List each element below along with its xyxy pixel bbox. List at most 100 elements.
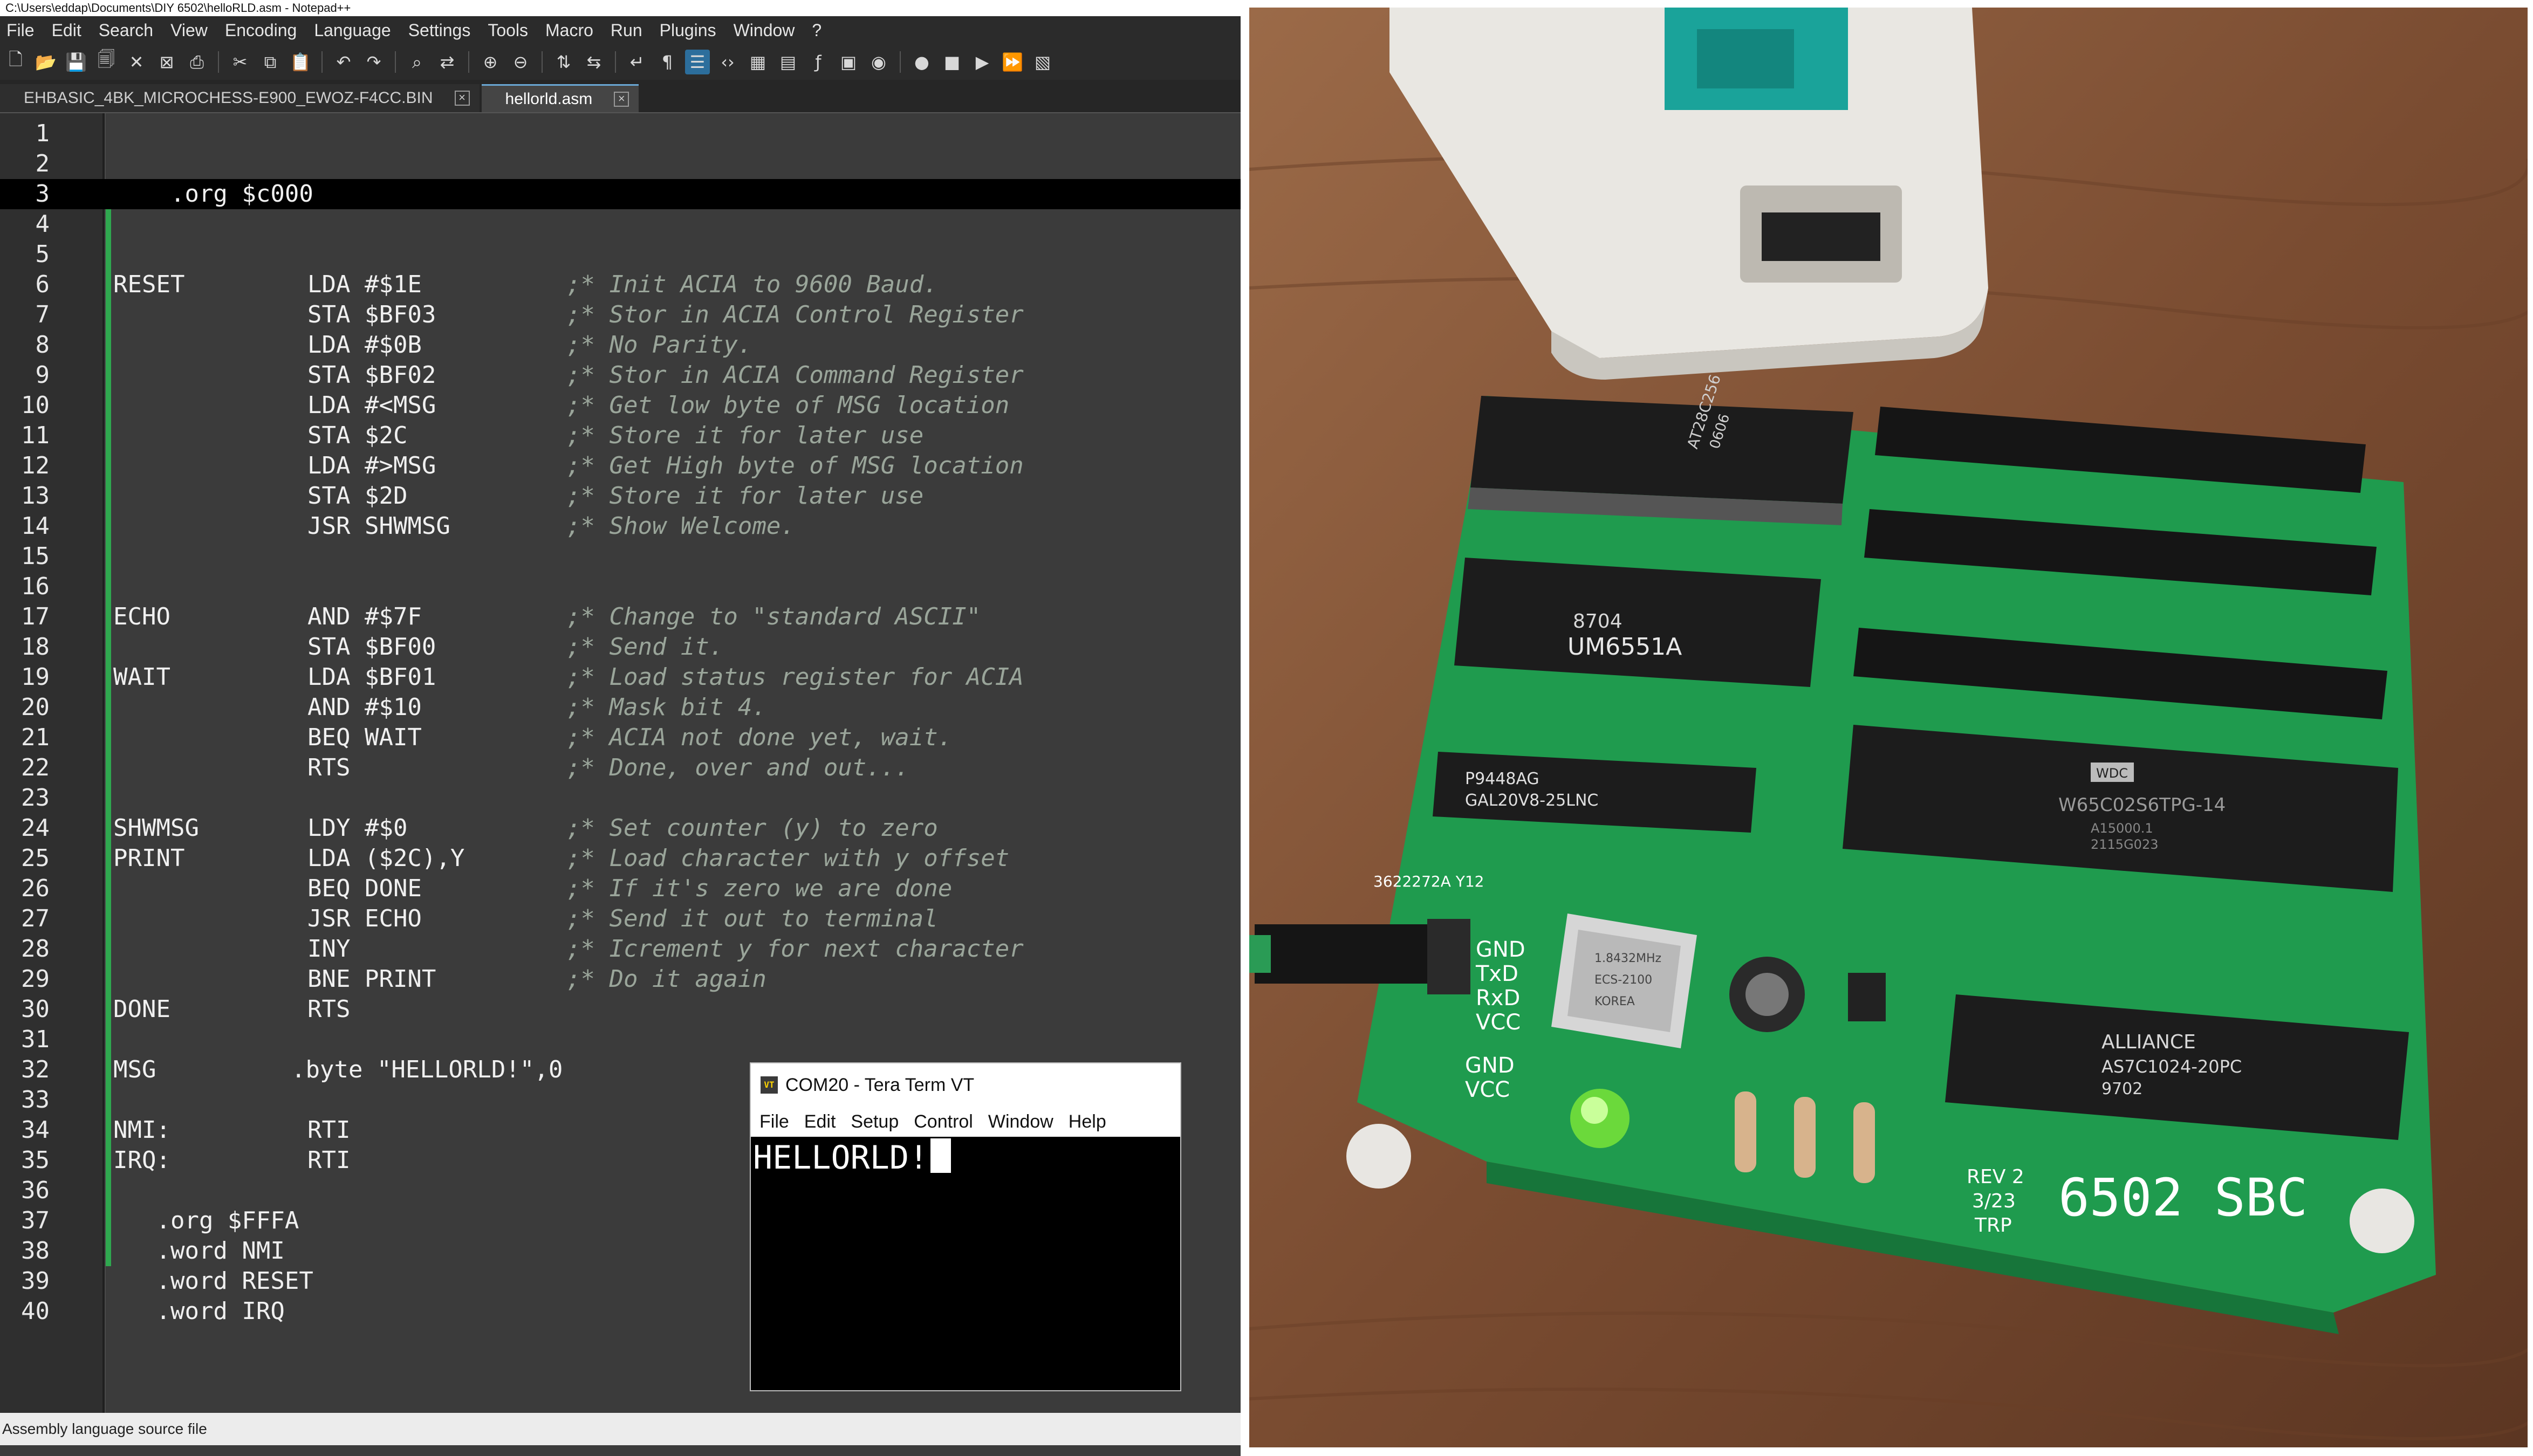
menu-settings[interactable]: Settings [404, 16, 484, 44]
code-line[interactable]: 20 AND #$10 ;* Mask bit 4. [0, 692, 1241, 723]
monitor-icon[interactable]: ◉ [866, 50, 891, 74]
code-line[interactable]: 3 .org $c000 [0, 179, 1241, 209]
copy-icon[interactable]: ⧉ [258, 50, 283, 74]
code-line[interactable]: 7 STA $BF03 ;* Stor in ACIA Control Regist… [0, 300, 1241, 330]
teraterm-menu-file[interactable]: File [755, 1107, 800, 1137]
code-line[interactable]: 29 BNE PRINT ;* Do it again [0, 964, 1241, 994]
teraterm-window[interactable]: VT COM20 - Tera Term VT File Edit Setup Con… [750, 1062, 1181, 1391]
teraterm-menu-window[interactable]: Window [984, 1107, 1064, 1137]
code-line[interactable]: 30 DONE RTS [0, 994, 1241, 1025]
zoom-out-icon[interactable]: ⊖ [508, 50, 533, 74]
udl-icon[interactable]: ‹› [715, 50, 740, 74]
wrap-icon[interactable]: ↵ [625, 50, 649, 74]
menu-macro[interactable]: Macro [541, 16, 606, 44]
tab-file[interactable]: EHBASIC_4BK_MICROCHESS-E900_EWOZ-F4CC.BI… [0, 84, 480, 112]
record-macro-icon[interactable]: ● [909, 50, 934, 74]
stop-macro-icon[interactable]: ■ [940, 50, 964, 74]
menu-encoding[interactable]: Encoding [221, 16, 310, 44]
sync-h-icon[interactable]: ⇆ [581, 50, 606, 74]
doc-list-icon[interactable]: ▤ [776, 50, 800, 74]
redo-icon[interactable]: ↷ [361, 50, 386, 74]
sync-v-icon[interactable]: ⇅ [551, 50, 576, 74]
code-line[interactable]: 1 [0, 119, 1241, 149]
code-line[interactable]: 5 [0, 239, 1241, 270]
code-line[interactable]: 24 SHWMSG LDY #$0 ;* Set counter (y) to zer… [0, 813, 1241, 843]
tab-label: EHBASIC_4BK_MICROCHESS-E900_EWOZ-F4CC.BI… [24, 89, 433, 107]
folder-workspace-icon[interactable]: ▣ [836, 50, 861, 74]
code-line[interactable]: 18 STA $BF00 ;* Send it. [0, 632, 1241, 662]
new-file-icon[interactable]: 🗋 [3, 49, 28, 74]
menu-language[interactable]: Language [310, 16, 403, 44]
teraterm-menu-edit[interactable]: Edit [800, 1107, 847, 1137]
menu-window[interactable]: Window [729, 16, 808, 44]
code-line[interactable]: 14 JSR SHWMSG ;* Show Welcome. [0, 511, 1241, 541]
code-line[interactable]: 8 LDA #$0B ;* No Parity. [0, 330, 1241, 360]
menu-edit[interactable]: Edit [47, 16, 94, 44]
doc-map-icon[interactable]: ▦ [745, 50, 770, 74]
tab-label: hellorld.asm [505, 90, 593, 108]
find-icon[interactable]: ⌕ [405, 50, 429, 74]
code-line[interactable]: 25 PRINT LDA ($2C),Y ;* Load character with… [0, 843, 1241, 874]
code-line[interactable]: 11 STA $2C ;* Store it for later use [0, 421, 1241, 451]
open-file-icon[interactable]: 📂 [33, 50, 58, 74]
paste-icon[interactable]: 📋 [288, 50, 313, 74]
code-line[interactable]: 6 RESET LDA #$1E ;* Init ACIA to 9600 Baud. [0, 270, 1241, 300]
code-instruction: LDA $BF01 [307, 663, 436, 691]
code-line[interactable]: 2 [0, 149, 1241, 179]
menu-view[interactable]: View [166, 16, 221, 44]
run-macro-multiple-icon[interactable]: ⏩ [1000, 50, 1025, 74]
code-line[interactable]: 10 LDA #<MSG ;* Get low byte of MSG locati… [0, 390, 1241, 421]
code-line[interactable]: 9 STA $BF02 ;* Stor in ACIA Command Regist… [0, 360, 1241, 390]
code-instruction: RTS [307, 754, 351, 781]
terminal-screen[interactable]: HELLORLD! [751, 1137, 1180, 1390]
close-all-icon[interactable]: ⊠ [154, 50, 179, 74]
play-macro-icon[interactable]: ▶ [970, 50, 995, 74]
cut-icon[interactable]: ✂ [228, 50, 252, 74]
teraterm-menu-setup[interactable]: Setup [846, 1107, 909, 1137]
code-line[interactable]: 21 BEQ WAIT ;* ACIA not done yet, wait. [0, 723, 1241, 753]
code-line[interactable]: 16 [0, 572, 1241, 602]
code-instruction: BNE PRINT [307, 965, 436, 993]
menu-file[interactable]: File [2, 16, 47, 44]
code-line[interactable]: 27 JSR ECHO ;* Send it out to terminal [0, 904, 1241, 934]
code-line[interactable]: 13 STA $2D ;* Store it for later use [0, 481, 1241, 511]
close-icon[interactable]: ✕ [124, 50, 149, 74]
menu-bar: File Edit Search View Encoding Language Settin… [0, 16, 1241, 44]
function-list-icon[interactable]: ƒ [806, 50, 831, 74]
code-line[interactable]: 22 RTS ;* Done, over and out... [0, 753, 1241, 783]
menu-plugins[interactable]: Plugins [655, 16, 729, 44]
zoom-in-icon[interactable]: ⊕ [478, 50, 503, 74]
code-line[interactable]: 28 INY ;* Icrement y for next character [0, 934, 1241, 964]
code-line[interactable]: 12 LDA #>MSG ;* Get High byte of MSG locat… [0, 451, 1241, 481]
save-macro-icon[interactable]: ▧ [1030, 50, 1055, 74]
line-number: 9 [35, 361, 50, 389]
code-comment: ;* Stor in ACIA Command Register [566, 361, 1024, 389]
code-line[interactable]: 23 [0, 783, 1241, 813]
teraterm-menu-help[interactable]: Help [1064, 1107, 1117, 1137]
menu-search[interactable]: Search [94, 16, 166, 44]
teraterm-titlebar[interactable]: VT COM20 - Tera Term VT [751, 1063, 1180, 1107]
save-icon[interactable]: 💾 [64, 50, 88, 74]
code-line[interactable]: 26 BEQ DONE ;* If it's zero we are done [0, 874, 1241, 904]
save-all-icon[interactable]: 🗐 [94, 49, 119, 74]
teraterm-menu-control[interactable]: Control [909, 1107, 984, 1137]
code-comment: ;* If it's zero we are done [566, 875, 953, 902]
tab-close-icon[interactable]: × [454, 91, 470, 106]
menu-run[interactable]: Run [606, 16, 655, 44]
code-line[interactable]: 17 ECHO AND #$7F ;* Change to "standard ASC… [0, 602, 1241, 632]
replace-icon[interactable]: ⇄ [435, 50, 460, 74]
undo-icon[interactable]: ↶ [331, 50, 356, 74]
tab-close-icon[interactable]: × [614, 91, 629, 107]
code-line[interactable]: 31 [0, 1025, 1241, 1055]
acia-code: 8704 [1573, 610, 1623, 633]
indent-guide-icon[interactable]: ☰ [685, 50, 710, 74]
code-line[interactable]: 15 [0, 541, 1241, 572]
code-line[interactable]: 19 WAIT LDA $BF01 ;* Load status register f… [0, 662, 1241, 692]
line-number: 6 [35, 271, 50, 298]
print-icon[interactable]: ⎙ [184, 50, 209, 74]
code-line[interactable]: 4 [0, 209, 1241, 239]
show-all-chars-icon[interactable]: ¶ [655, 50, 680, 74]
menu-help[interactable]: ? [807, 16, 834, 44]
menu-tools[interactable]: Tools [483, 16, 541, 44]
tab-file[interactable]: hellorld.asm × [481, 84, 639, 112]
